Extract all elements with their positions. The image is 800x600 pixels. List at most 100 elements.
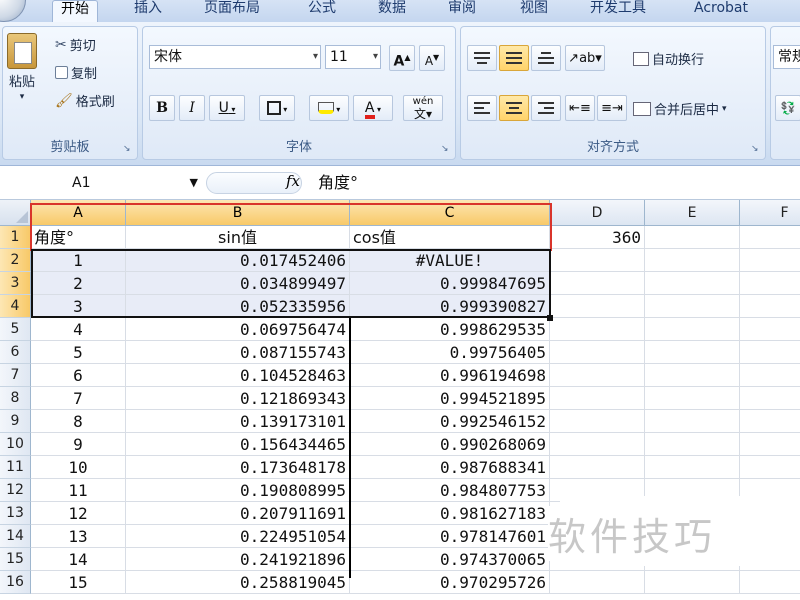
cell-b9[interactable]: 0.139173101 <box>126 410 350 433</box>
cell-e4[interactable] <box>645 295 740 318</box>
row-header-9[interactable]: 9 <box>0 410 31 433</box>
cell-d10[interactable] <box>550 433 645 456</box>
align-center-button[interactable] <box>499 95 529 121</box>
row-header-13[interactable]: 13 <box>0 502 31 525</box>
cell-f9[interactable] <box>740 410 800 433</box>
row-header-7[interactable]: 7 <box>0 364 31 387</box>
name-box[interactable]: A1 ▼ <box>8 171 204 195</box>
paste-button[interactable]: 粘贴 ▾ <box>7 33 37 102</box>
clipboard-launcher-icon[interactable]: ↘ <box>123 144 133 154</box>
cell-e5[interactable] <box>645 318 740 341</box>
cell-a15[interactable]: 14 <box>31 548 126 571</box>
cell-c15[interactable]: 0.974370065 <box>350 548 550 571</box>
row-header-12[interactable]: 12 <box>0 479 31 502</box>
cell-c12[interactable]: 0.984807753 <box>350 479 550 502</box>
font-color-button[interactable]: A ▾ <box>353 95 393 121</box>
cell-a12[interactable]: 11 <box>31 479 126 502</box>
tab-data[interactable]: 数据 <box>378 0 406 22</box>
tab-home[interactable]: 开始 <box>52 0 98 22</box>
row-header-10[interactable]: 10 <box>0 433 31 456</box>
tab-acrobat[interactable]: Acrobat <box>694 0 748 22</box>
font-name-select[interactable]: 宋体 ▾ <box>149 45 321 69</box>
cell-e6[interactable] <box>645 341 740 364</box>
cell-f11[interactable] <box>740 456 800 479</box>
cell-e2[interactable] <box>645 249 740 272</box>
font-launcher-icon[interactable]: ↘ <box>441 144 451 154</box>
column-header-b[interactable]: B <box>126 200 350 226</box>
orientation-button[interactable]: ↗ab▾ <box>565 45 605 71</box>
row-header-16[interactable]: 16 <box>0 571 31 594</box>
tab-review[interactable]: 审阅 <box>448 0 476 22</box>
row-header-6[interactable]: 6 <box>0 341 31 364</box>
cell-a13[interactable]: 12 <box>31 502 126 525</box>
cell-c16[interactable]: 0.970295726 <box>350 571 550 594</box>
align-middle-button[interactable] <box>499 45 529 71</box>
cell-a7[interactable]: 6 <box>31 364 126 387</box>
cell-e8[interactable] <box>645 387 740 410</box>
tab-developer[interactable]: 开发工具 <box>590 0 646 22</box>
cell-e1[interactable] <box>645 226 740 249</box>
cell-d1[interactable]: 360 <box>550 226 645 249</box>
alignment-launcher-icon[interactable]: ↘ <box>751 144 761 154</box>
cell-e11[interactable] <box>645 456 740 479</box>
cell-b12[interactable]: 0.190808995 <box>126 479 350 502</box>
cell-e9[interactable] <box>645 410 740 433</box>
cell-c10[interactable]: 0.990268069 <box>350 433 550 456</box>
cell-c8[interactable]: 0.994521895 <box>350 387 550 410</box>
merge-center-button[interactable]: 合并后居中 ▾ <box>633 99 727 118</box>
copy-button[interactable]: 复制 <box>55 63 97 82</box>
cell-b6[interactable]: 0.087155743 <box>126 341 350 364</box>
cell-f7[interactable] <box>740 364 800 387</box>
tab-insert[interactable]: 插入 <box>134 0 162 22</box>
align-left-button[interactable] <box>467 95 497 121</box>
phonetic-guide-button[interactable]: wén 文▾ <box>403 95 443 121</box>
align-top-button[interactable] <box>467 45 497 71</box>
cell-c14[interactable]: 0.978147601 <box>350 525 550 548</box>
align-bottom-button[interactable] <box>531 45 561 71</box>
font-size-select[interactable]: 11 ▾ <box>325 45 381 69</box>
cell-d6[interactable] <box>550 341 645 364</box>
cell-d11[interactable] <box>550 456 645 479</box>
fill-color-button[interactable]: ▾ <box>309 95 349 121</box>
cell-c11[interactable]: 0.987688341 <box>350 456 550 479</box>
cell-f2[interactable] <box>740 249 800 272</box>
column-header-c[interactable]: C <box>350 200 550 226</box>
cell-d8[interactable] <box>550 387 645 410</box>
tab-formulas[interactable]: 公式 <box>308 0 336 22</box>
cell-c13[interactable]: 0.981627183 <box>350 502 550 525</box>
row-header-11[interactable]: 11 <box>0 456 31 479</box>
row-header-1[interactable]: 1 <box>0 226 31 249</box>
italic-button[interactable]: I <box>179 95 205 121</box>
cell-b7[interactable]: 0.104528463 <box>126 364 350 387</box>
cell-e7[interactable] <box>645 364 740 387</box>
cell-f5[interactable] <box>740 318 800 341</box>
cell-c9[interactable]: 0.992546152 <box>350 410 550 433</box>
cell-c1[interactable]: cos值 <box>350 226 550 249</box>
accounting-format-button[interactable]: 💱 <box>775 95 800 121</box>
cell-d3[interactable] <box>550 272 645 295</box>
borders-button[interactable]: ▾ <box>259 95 295 121</box>
tab-view[interactable]: 视图 <box>520 0 548 22</box>
formula-input[interactable]: 角度° <box>318 171 794 195</box>
cell-b13[interactable]: 0.207911691 <box>126 502 350 525</box>
cell-a10[interactable]: 9 <box>31 433 126 456</box>
cell-d7[interactable] <box>550 364 645 387</box>
cell-a16[interactable]: 15 <box>31 571 126 594</box>
insert-function-icon[interactable]: fx <box>286 172 300 190</box>
cell-f10[interactable] <box>740 433 800 456</box>
cell-f16[interactable] <box>740 571 800 594</box>
cell-c7[interactable]: 0.996194698 <box>350 364 550 387</box>
cut-button[interactable]: ✂ 剪切 <box>55 35 96 55</box>
align-right-button[interactable] <box>531 95 561 121</box>
cell-a8[interactable]: 7 <box>31 387 126 410</box>
cell-f1[interactable] <box>740 226 800 249</box>
cell-f4[interactable] <box>740 295 800 318</box>
office-button[interactable] <box>0 0 26 22</box>
cell-b14[interactable]: 0.224951054 <box>126 525 350 548</box>
row-header-5[interactable]: 5 <box>0 318 31 341</box>
column-header-f[interactable]: F <box>740 200 800 226</box>
cell-b5[interactable]: 0.069756474 <box>126 318 350 341</box>
cell-b15[interactable]: 0.241921896 <box>126 548 350 571</box>
cell-d5[interactable] <box>550 318 645 341</box>
row-header-14[interactable]: 14 <box>0 525 31 548</box>
